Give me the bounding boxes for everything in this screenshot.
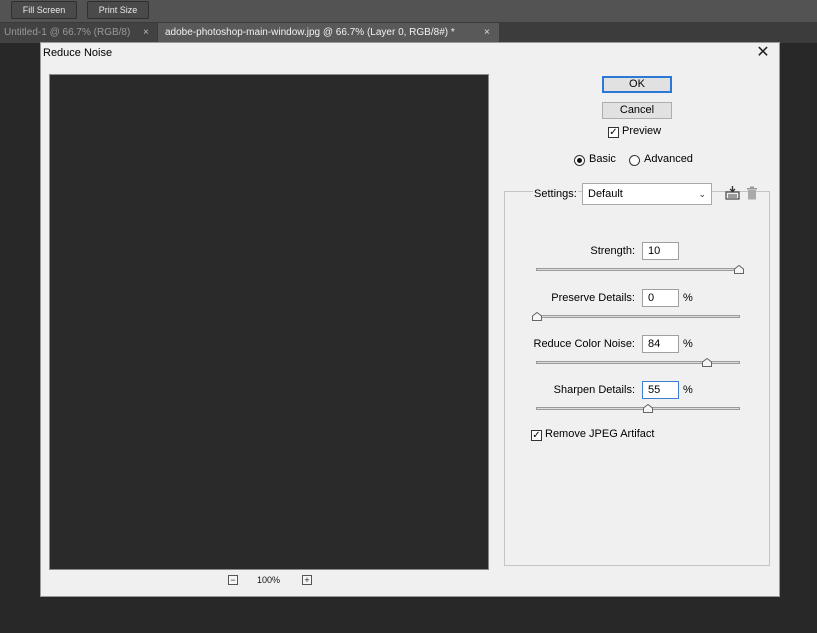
tab-title: Untitled-1 @ 66.7% (RGB/8) [4,27,131,38]
sharpen-details-slider-thumb[interactable] [643,404,654,413]
close-icon[interactable]: × [143,23,149,43]
chevron-down-icon: ⌄ [698,189,706,199]
close-icon[interactable]: ✕ [755,44,771,62]
trash-icon[interactable] [746,186,758,200]
advanced-radio[interactable] [629,155,640,166]
settings-group [504,191,770,566]
strength-slider-thumb[interactable] [734,265,744,274]
basic-label: Basic [589,153,616,165]
preview-checkbox[interactable]: ✓ [608,127,619,138]
document-tab-bar: Untitled-1 @ 66.7% (RGB/8) × adobe-photo… [0,23,817,43]
zoom-out-button[interactable]: − [228,575,238,585]
tab-adobe-photoshop-main-window[interactable]: adobe-photoshop-main-window.jpg @ 66.7% … [158,23,499,43]
preview-label: Preview [622,125,662,137]
settings-label: Settings: [533,188,578,200]
sharpen-details-input[interactable]: 55 [642,381,679,399]
save-settings-icon[interactable] [724,185,742,201]
close-icon[interactable]: × [484,23,490,43]
cancel-button[interactable]: Cancel [602,102,672,119]
reduce-color-noise-input[interactable]: 84 [642,335,679,353]
strength-label: Strength: [590,245,635,257]
ok-button[interactable]: OK [602,76,672,93]
strength-input[interactable]: 10 [642,242,679,260]
reduce-color-noise-slider[interactable] [536,358,740,367]
preserve-details-slider[interactable] [532,312,740,321]
reduce-color-noise-label: Reduce Color Noise: [533,338,636,350]
preview-area[interactable] [49,74,489,570]
tab-title: adobe-photoshop-main-window.jpg @ 66.7% … [165,27,455,38]
dialog-title: Reduce Noise [43,47,113,59]
reduce-color-noise-slider-thumb[interactable] [701,358,712,367]
fill-screen-button[interactable]: Fill Screen [11,1,77,19]
sharpen-details-label: Sharpen Details: [553,384,635,396]
settings-value: Default [588,188,623,200]
print-size-button[interactable]: Print Size [87,1,149,19]
zoom-level: 100% [257,575,281,585]
sharpen-details-unit: % [683,384,693,396]
preserve-details-input[interactable]: 0 [642,289,679,307]
reduce-color-noise-unit: % [683,338,693,350]
tab-untitled-1[interactable]: Untitled-1 @ 66.7% (RGB/8) × [0,23,157,43]
sharpen-details-slider[interactable] [536,404,740,413]
remove-jpeg-checkbox[interactable]: ✓ [531,430,542,441]
preserve-details-slider-thumb[interactable] [532,312,542,321]
basic-radio[interactable] [574,155,585,166]
settings-dropdown[interactable]: Default ⌄ [582,183,712,205]
remove-jpeg-label: Remove JPEG Artifact [545,428,655,440]
zoom-in-button[interactable]: + [302,575,312,585]
preserve-details-unit: % [683,292,693,304]
advanced-label: Advanced [644,153,693,165]
preserve-details-label: Preserve Details: [551,292,635,304]
options-bar: Fill Screen Print Size [0,0,817,23]
strength-slider[interactable] [536,265,744,274]
reduce-noise-dialog: Reduce Noise ✕ − 100% + OK Cancel ✓ Prev… [40,42,780,597]
